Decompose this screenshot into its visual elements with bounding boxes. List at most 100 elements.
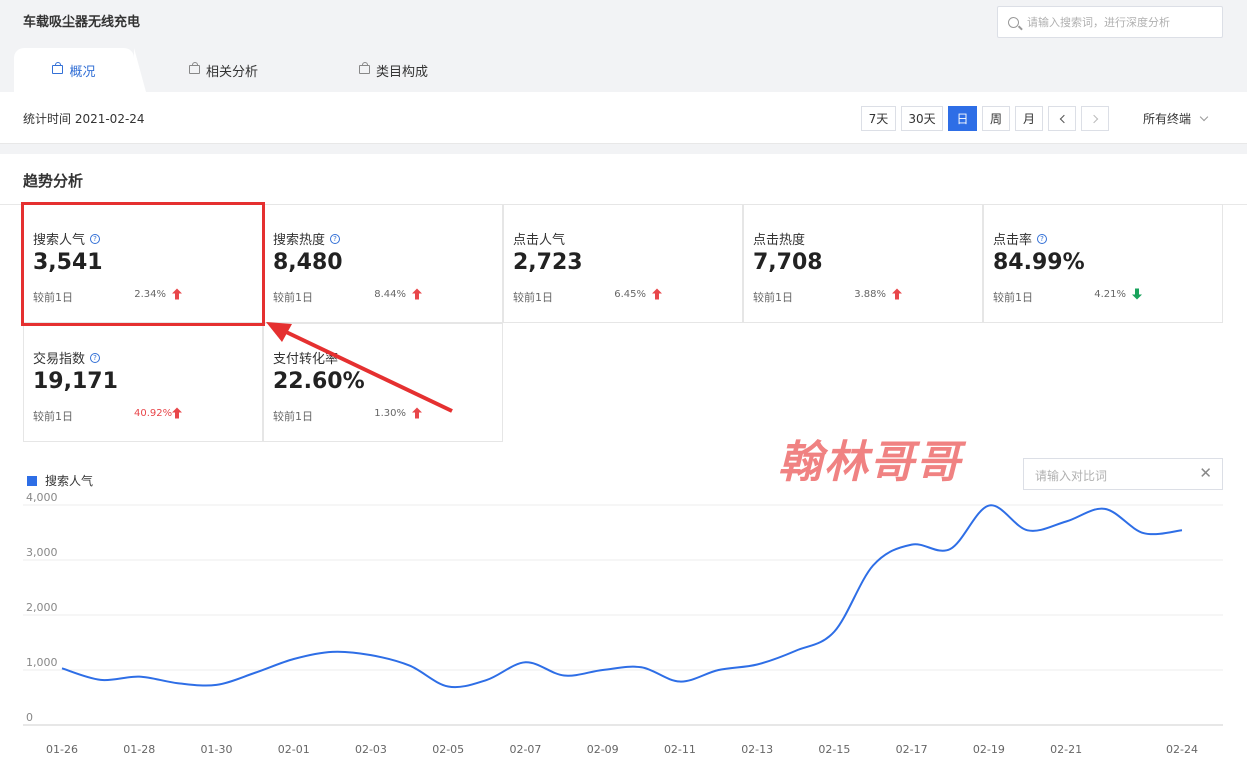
metric-label-text: 点击热度: [753, 233, 806, 248]
metric-label: 点击率?: [993, 229, 1048, 248]
tab-category[interactable]: 类目构成: [359, 48, 428, 92]
metric-label: 点击人气: [513, 229, 565, 248]
legend-swatch: [27, 475, 37, 486]
range-week-button[interactable]: 周: [982, 106, 1010, 131]
metric-card[interactable]: 点击率? 84.99% 较前1日 4.21%: [983, 204, 1223, 323]
range-day-button[interactable]: 日: [948, 106, 977, 131]
metric-label: 点击热度: [753, 229, 805, 248]
watermark: 翰林哥哥: [778, 437, 962, 488]
tab-label: 类目构成: [376, 64, 429, 80]
prev-button[interactable]: [1048, 106, 1076, 131]
x-tick-label: 02-03: [355, 743, 387, 756]
range-month-button[interactable]: 月: [1015, 106, 1043, 131]
arrow-up-icon: [412, 288, 422, 300]
compare-input[interactable]: 请输入对比词 ✕: [1023, 458, 1223, 490]
metric-compare: 较前1日: [753, 291, 793, 304]
highlight-box: [21, 202, 265, 326]
annotation-arrow: [266, 322, 453, 413]
tab-related-analysis[interactable]: 相关分析: [189, 48, 258, 92]
y-tick-label: 0: [26, 711, 33, 724]
tab-label: 相关分析: [206, 64, 259, 80]
metric-change: 3.88%: [854, 289, 886, 300]
help-icon[interactable]: ?: [1037, 233, 1048, 244]
metric-compare: 较前1日: [273, 291, 313, 304]
tab-label: 概况: [69, 64, 96, 80]
metric-change: 4.21%: [1094, 289, 1126, 300]
metric-change: 40.92%: [134, 408, 173, 419]
metric-value: 19,171: [33, 369, 118, 394]
x-tick-label: 02-13: [741, 743, 773, 756]
chevron-down-icon: [1199, 112, 1209, 122]
arrow-up-icon: [892, 288, 902, 300]
help-icon[interactable]: ?: [330, 233, 341, 244]
metric-card[interactable]: 交易指数? 19,171 较前1日 40.92%: [23, 323, 263, 442]
x-tick-label: 02-11: [664, 743, 696, 756]
arrow-up-icon: [652, 288, 662, 300]
x-tick-label: 02-24: [1166, 743, 1198, 756]
x-tick-label: 02-15: [818, 743, 850, 756]
metric-label-text: 点击人气: [513, 233, 566, 248]
x-tick-label: 02-19: [973, 743, 1005, 756]
metric-label-text: 搜索热度: [273, 233, 326, 248]
tab-overview[interactable]: 概况: [14, 48, 146, 92]
search-input[interactable]: 请输入搜索词，进行深度分析: [997, 6, 1223, 38]
x-tick-label: 01-30: [200, 743, 232, 756]
x-tick-label: 01-26: [46, 743, 78, 756]
trend-chart: 0 1,000 2,000 3,000 4,000 01-26 01-28 01-30 02-0…: [23, 491, 1223, 756]
section-gap: [0, 144, 1247, 154]
help-icon[interactable]: ?: [90, 352, 101, 363]
bag-icon: [52, 61, 64, 74]
metric-compare: 较前1日: [33, 410, 73, 423]
metric-change: 6.45%: [614, 289, 646, 300]
x-tick-label: 02-21: [1050, 743, 1082, 756]
metric-change: 8.44%: [374, 289, 406, 300]
metric-compare: 较前1日: [513, 291, 553, 304]
search-icon: [1008, 16, 1019, 28]
y-tick-label: 3,000: [26, 546, 58, 559]
chevron-left-icon: [1059, 114, 1068, 123]
x-tick-label: 02-09: [587, 743, 619, 756]
y-tick-label: 2,000: [26, 601, 58, 614]
x-tick-label: 02-17: [896, 743, 928, 756]
x-tick-label: 02-01: [278, 743, 310, 756]
y-tick-label: 4,000: [26, 491, 58, 504]
x-tick-label: 01-28: [123, 743, 155, 756]
bag-icon: [189, 61, 200, 74]
metric-label: 搜索热度?: [273, 229, 341, 248]
keyword-title: 车载吸尘器无线充电: [23, 15, 141, 30]
close-icon[interactable]: ✕: [1199, 464, 1212, 482]
arrow-down-icon: [1132, 288, 1142, 300]
x-tick-label: 02-07: [509, 743, 541, 756]
terminal-select[interactable]: 所有终端: [1143, 110, 1209, 127]
top-bar: 车载吸尘器无线充电 请输入搜索词，进行深度分析 概况 相关分析 类目构成: [0, 0, 1247, 92]
metric-card[interactable]: 点击人气 2,723 较前1日 6.45%: [503, 204, 743, 323]
x-tick-label: 02-05: [432, 743, 464, 756]
metric-compare: 较前1日: [993, 291, 1033, 304]
metric-value: 7,708: [753, 250, 823, 275]
arrow-up-icon: [172, 407, 182, 419]
next-button[interactable]: [1081, 106, 1109, 131]
metric-value: 84.99%: [993, 250, 1085, 275]
chevron-right-icon: [1089, 114, 1098, 123]
metric-label: 交易指数?: [33, 348, 101, 367]
bag-icon: [359, 61, 370, 74]
range-30d-button[interactable]: 30天: [901, 106, 943, 131]
stat-time: 统计时间 2021-02-24: [23, 112, 145, 126]
search-placeholder: 请输入搜索词，进行深度分析: [1027, 16, 1170, 29]
tab-bar: 概况 相关分析 类目构成: [0, 48, 1247, 92]
terminal-label: 所有终端: [1143, 112, 1192, 126]
legend-label: 搜索人气: [45, 474, 94, 488]
chart-legend: 搜索人气: [27, 472, 93, 489]
range-7d-button[interactable]: 7天: [861, 106, 896, 131]
section-title: 趋势分析: [23, 172, 84, 190]
metric-card[interactable]: 点击热度 7,708 较前1日 3.88%: [743, 204, 983, 323]
filter-bar: 统计时间 2021-02-24 7天 30天 日 周 月 所有终端: [0, 92, 1247, 144]
metric-label-text: 点击率: [993, 233, 1033, 248]
metric-value: 2,723: [513, 250, 583, 275]
series-line-search-popularity: [61, 504, 1183, 689]
y-tick-label: 1,000: [26, 656, 58, 669]
compare-placeholder: 请输入对比词: [1035, 469, 1108, 483]
metric-label-text: 交易指数: [33, 352, 86, 367]
metric-value: 8,480: [273, 250, 343, 275]
metric-card[interactable]: 搜索热度? 8,480 较前1日 8.44%: [263, 204, 503, 323]
